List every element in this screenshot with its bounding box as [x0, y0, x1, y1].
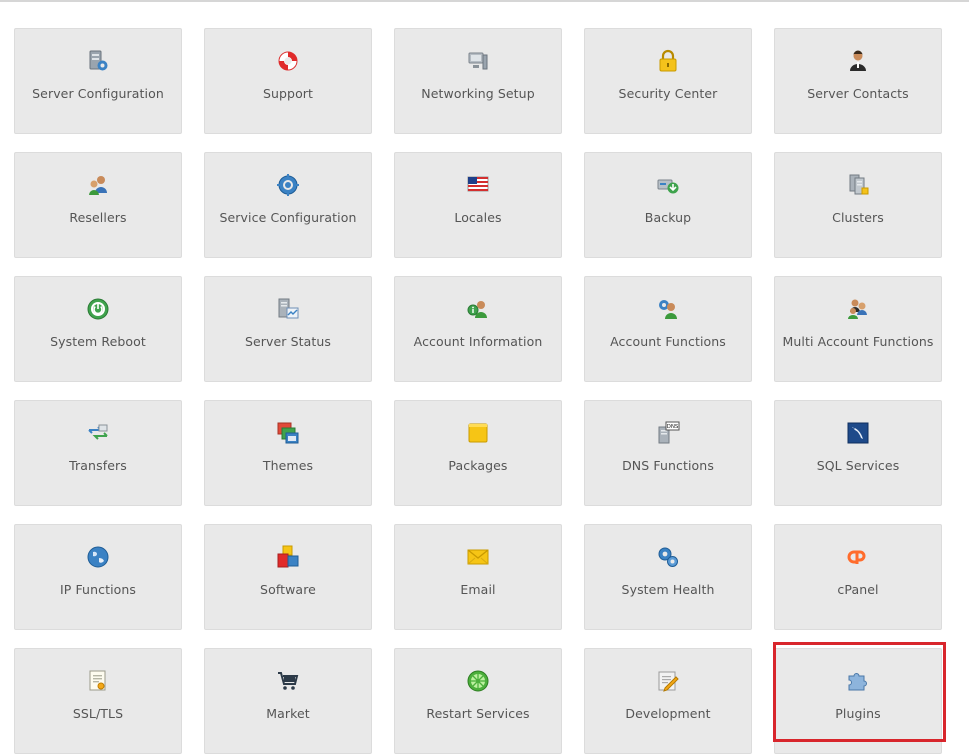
gear-icon	[276, 173, 300, 197]
tile-plugins[interactable]: Plugins	[774, 648, 942, 754]
tile-market[interactable]: Market	[204, 648, 372, 754]
tile-label: Email	[460, 582, 496, 597]
tile-label: System Health	[621, 582, 715, 597]
tile-system-health[interactable]: System Health	[584, 524, 752, 630]
tile-development[interactable]: Development	[584, 648, 752, 754]
tile-label: Networking Setup	[421, 86, 535, 101]
tile-label: Backup	[644, 210, 692, 225]
lifebuoy-icon	[276, 49, 300, 73]
restart-wheel-icon	[466, 669, 490, 693]
health-gears-icon	[656, 545, 680, 569]
tile-restart-services[interactable]: Restart Services	[394, 648, 562, 754]
globe-icon	[86, 545, 110, 569]
server-gear-icon	[86, 49, 110, 73]
tile-software[interactable]: Software	[204, 524, 372, 630]
tile-label: cPanel	[837, 582, 879, 597]
tile-label: Server Contacts	[807, 86, 909, 101]
tile-label: Server Configuration	[32, 86, 164, 101]
tile-cpanel[interactable]: cPanel	[774, 524, 942, 630]
tile-clusters[interactable]: Clusters	[774, 152, 942, 258]
tile-networking-setup[interactable]: Networking Setup	[394, 28, 562, 134]
tile-packages[interactable]: Packages	[394, 400, 562, 506]
tile-label: IP Functions	[59, 582, 137, 597]
package-box-icon	[466, 421, 490, 445]
tile-label: DNS Functions	[622, 458, 714, 473]
tile-service-configuration[interactable]: Service Configuration	[204, 152, 372, 258]
tile-label: Resellers	[69, 210, 127, 225]
tile-server-configuration[interactable]: Server Configuration	[14, 28, 182, 134]
tile-label: Service Configuration	[219, 210, 357, 225]
code-pencil-icon	[656, 669, 680, 693]
tile-label: Transfers	[69, 458, 127, 473]
tile-label: Server Status	[244, 334, 332, 349]
shopping-cart-icon	[276, 669, 300, 693]
tile-server-contacts[interactable]: Server Contacts	[774, 28, 942, 134]
tile-label: Plugins	[835, 706, 881, 721]
dns-server-icon: DNS	[656, 421, 680, 445]
svg-text:DNS: DNS	[667, 424, 679, 430]
account-info-icon	[466, 297, 490, 321]
top-divider	[0, 0, 969, 2]
flag-icon	[466, 173, 490, 197]
themes-windows-icon	[276, 421, 300, 445]
tile-security-center[interactable]: Security Center	[584, 28, 752, 134]
tile-multi-account-functions[interactable]: Multi Account Functions	[774, 276, 942, 382]
tile-email[interactable]: Email	[394, 524, 562, 630]
tile-label: SSL/TLS	[72, 706, 124, 721]
tile-label: Clusters	[832, 210, 884, 225]
tile-support[interactable]: Support	[204, 28, 372, 134]
tile-label: Multi Account Functions	[782, 334, 934, 349]
resellers-users-icon	[86, 173, 110, 197]
tile-backup[interactable]: Backup	[584, 152, 752, 258]
tile-label: Themes	[262, 458, 314, 473]
tile-transfers[interactable]: Transfers	[14, 400, 182, 506]
tile-label: Security Center	[618, 86, 718, 101]
cluster-servers-icon	[846, 173, 870, 197]
transfer-arrows-icon	[86, 421, 110, 445]
account-functions-icon	[656, 297, 680, 321]
server-status-icon	[276, 297, 300, 321]
tile-label: Market	[266, 706, 310, 721]
tile-dns-functions[interactable]: DNS DNS Functions	[584, 400, 752, 506]
tile-label: Locales	[454, 210, 502, 225]
contact-person-icon	[846, 49, 870, 73]
tile-label: Support	[262, 86, 314, 101]
padlock-icon	[656, 49, 680, 73]
tile-label: Account Information	[413, 334, 543, 349]
certificate-icon	[86, 669, 110, 693]
network-computer-icon	[466, 49, 490, 73]
tile-themes[interactable]: Themes	[204, 400, 372, 506]
tile-label: System Reboot	[50, 334, 146, 349]
tile-label: Restart Services	[426, 706, 530, 721]
tile-label: Packages	[448, 458, 508, 473]
feature-grid: Server Configuration Support Networking …	[14, 28, 942, 754]
power-icon	[86, 297, 110, 321]
backup-drive-icon	[656, 173, 680, 197]
tile-system-reboot[interactable]: System Reboot	[14, 276, 182, 382]
tile-label: Development	[625, 706, 711, 721]
tile-account-information[interactable]: Account Information	[394, 276, 562, 382]
tile-account-functions[interactable]: Account Functions	[584, 276, 752, 382]
puzzle-piece-icon	[846, 669, 870, 693]
tile-label: Software	[260, 582, 316, 597]
cpanel-logo-icon	[846, 545, 870, 569]
multi-account-icon	[846, 297, 870, 321]
tile-ip-functions[interactable]: IP Functions	[14, 524, 182, 630]
tile-label: Account Functions	[610, 334, 726, 349]
sql-dolphin-icon	[846, 421, 870, 445]
envelope-icon	[466, 545, 490, 569]
tile-resellers[interactable]: Resellers	[14, 152, 182, 258]
software-cubes-icon	[276, 545, 300, 569]
tile-server-status[interactable]: Server Status	[204, 276, 372, 382]
tile-label: SQL Services	[816, 458, 900, 473]
tile-locales[interactable]: Locales	[394, 152, 562, 258]
tile-sql-services[interactable]: SQL Services	[774, 400, 942, 506]
tile-ssl-tls[interactable]: SSL/TLS	[14, 648, 182, 754]
